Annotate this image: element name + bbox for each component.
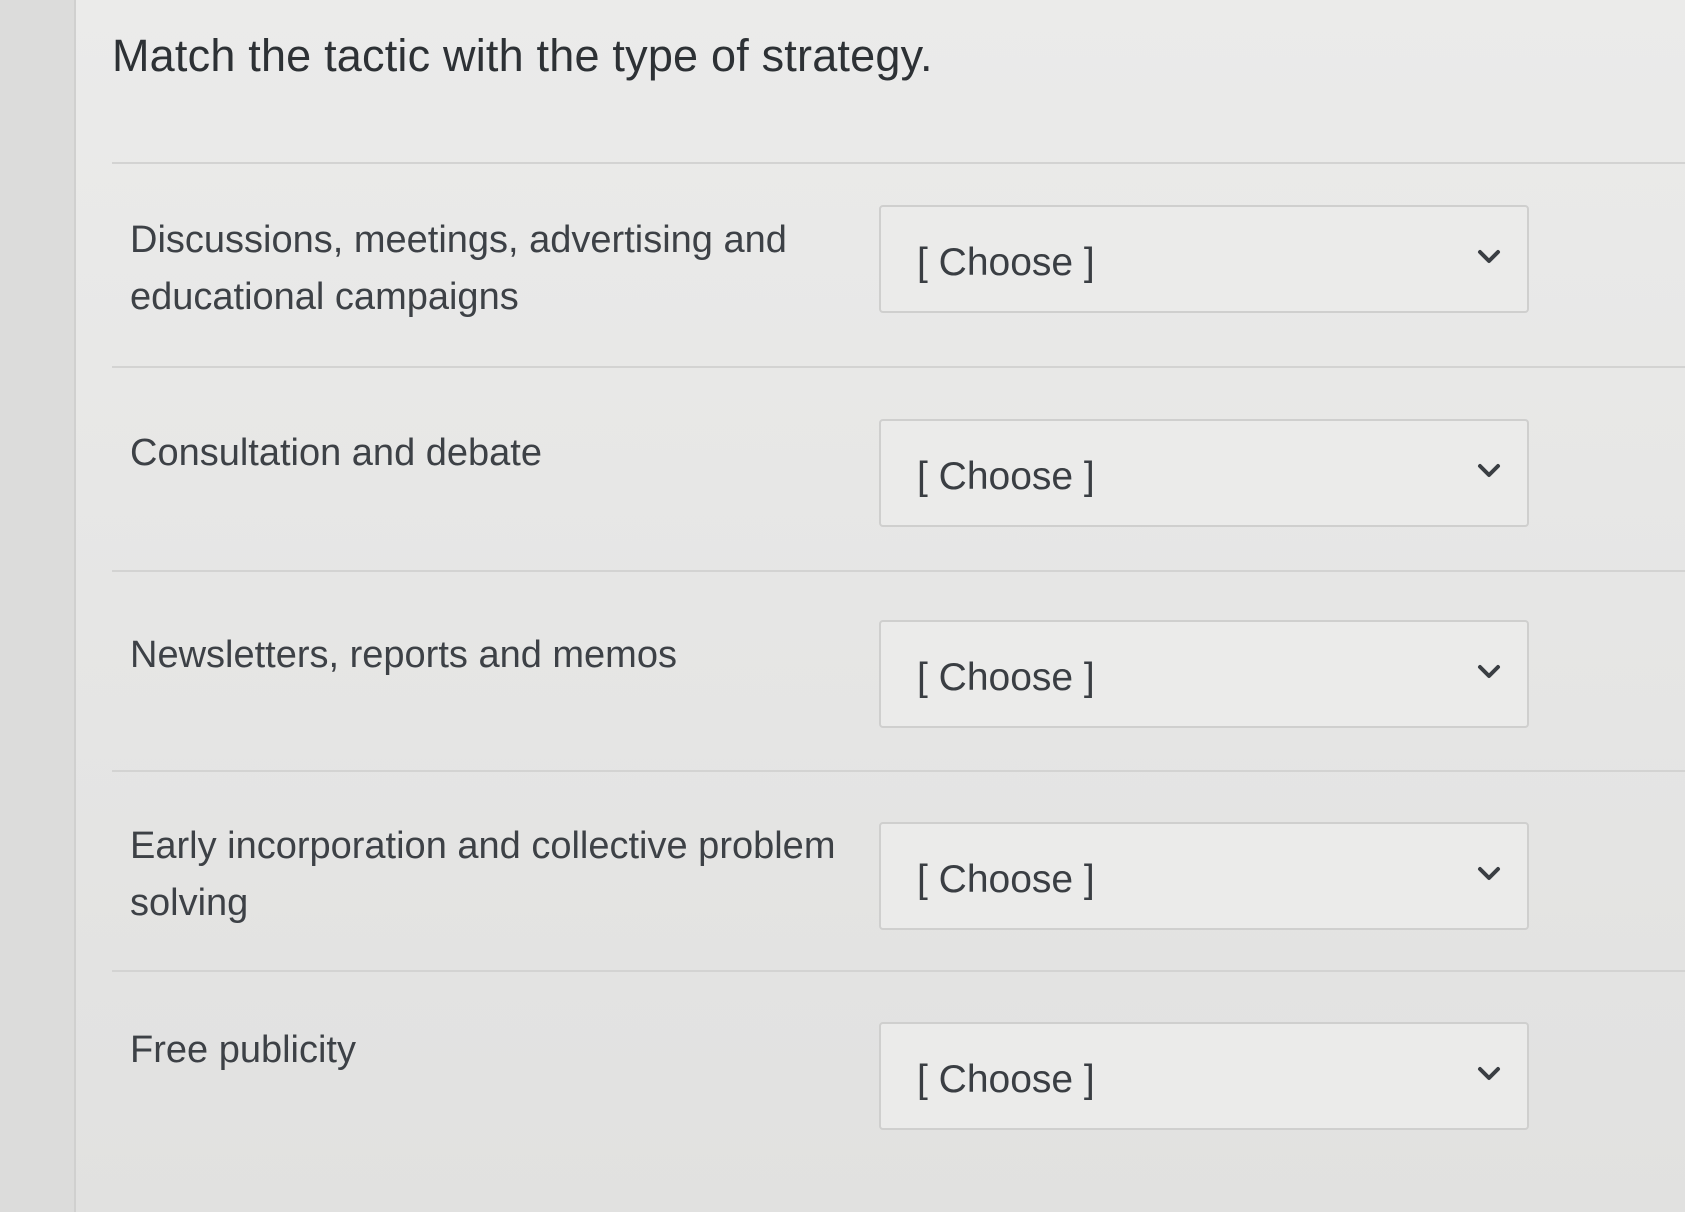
question-container: Match the tactic with the type of strate… bbox=[76, 0, 1685, 1212]
question-title: Match the tactic with the type of strate… bbox=[112, 30, 933, 81]
chevron-down-icon bbox=[1478, 867, 1500, 880]
answer-select[interactable]: [ Choose ] bbox=[879, 419, 1529, 527]
select-value: [ Choose ] bbox=[917, 858, 1095, 901]
match-prompt: Consultation and debate bbox=[130, 432, 542, 474]
match-prompt: Early incorporation and collective probl… bbox=[130, 825, 836, 924]
chevron-down-icon bbox=[1478, 665, 1500, 678]
match-prompt: Discussions, meetings, advertising and e… bbox=[130, 219, 787, 318]
answer-select[interactable]: [ Choose ] bbox=[879, 620, 1529, 728]
divider bbox=[112, 770, 1685, 772]
divider bbox=[112, 970, 1685, 972]
divider bbox=[112, 162, 1685, 164]
chevron-down-icon bbox=[1478, 464, 1500, 477]
select-value: [ Choose ] bbox=[917, 241, 1095, 284]
chevron-down-icon bbox=[1478, 1067, 1500, 1080]
select-value: [ Choose ] bbox=[917, 656, 1095, 699]
divider bbox=[112, 366, 1685, 368]
left-rail bbox=[0, 0, 76, 1212]
chevron-down-icon bbox=[1478, 250, 1500, 263]
match-prompt: Newsletters, reports and memos bbox=[130, 634, 677, 676]
match-prompt: Free publicity bbox=[130, 1029, 356, 1071]
divider bbox=[112, 570, 1685, 572]
answer-select[interactable]: [ Choose ] bbox=[879, 205, 1529, 313]
select-value: [ Choose ] bbox=[917, 455, 1095, 498]
select-value: [ Choose ] bbox=[917, 1058, 1095, 1101]
answer-select[interactable]: [ Choose ] bbox=[879, 1022, 1529, 1130]
answer-select[interactable]: [ Choose ] bbox=[879, 822, 1529, 930]
